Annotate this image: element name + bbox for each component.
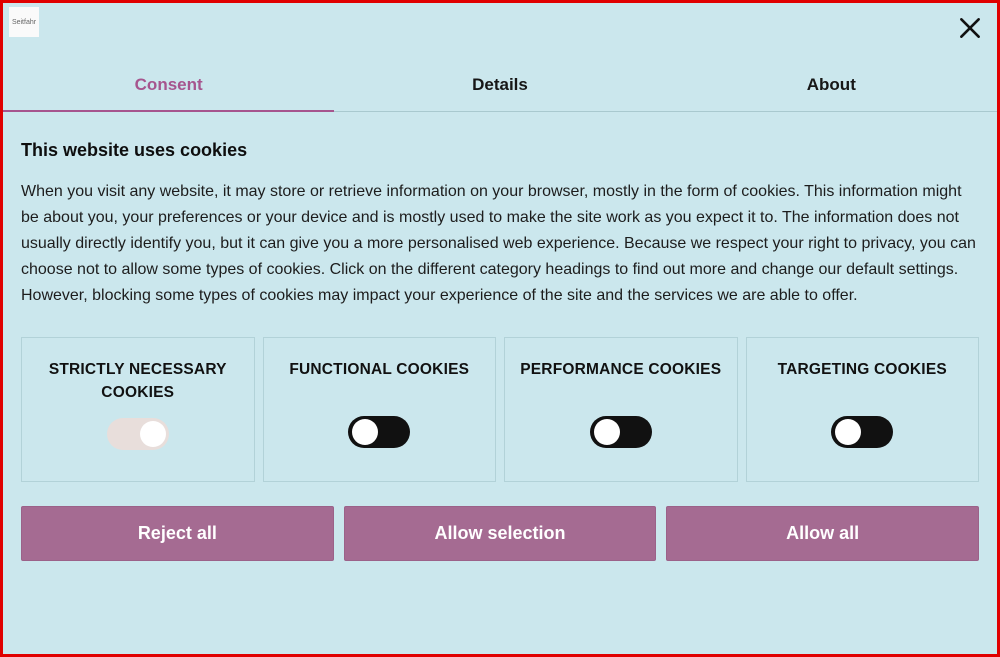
category-title: STRICTLY NECESSARY COOKIES [30,358,246,405]
tab-details[interactable]: Details [334,57,665,111]
panel-description: When you visit any website, it may store… [21,179,979,309]
category-strictly-necessary: STRICTLY NECESSARY COOKIES [21,337,255,483]
category-functional: FUNCTIONAL COOKIES [263,337,497,483]
dialog-header: Seitfahr [3,3,997,57]
allow-all-button[interactable]: Allow all [666,506,979,561]
action-bar: Reject all Allow selection Allow all [3,492,997,579]
tab-bar: Consent Details About [3,57,997,112]
category-title: PERFORMANCE COOKIES [513,358,729,402]
brand-logo: Seitfahr [9,7,39,37]
consent-panel: This website uses cookies When you visit… [3,112,997,319]
category-title: TARGETING COOKIES [755,358,971,402]
tab-about[interactable]: About [666,57,997,111]
toggle-knob [594,419,620,445]
toggle-knob [352,419,378,445]
toggle-knob [140,421,166,447]
toggle-functional[interactable] [348,416,410,448]
close-icon[interactable] [957,15,983,41]
cookie-consent-dialog: Seitfahr Consent Details About This webs… [0,0,1000,657]
category-performance: PERFORMANCE COOKIES [504,337,738,483]
category-targeting: TARGETING COOKIES [746,337,980,483]
toggle-targeting[interactable] [831,416,893,448]
panel-heading: This website uses cookies [21,140,979,161]
reject-all-button[interactable]: Reject all [21,506,334,561]
category-title: FUNCTIONAL COOKIES [272,358,488,402]
cookie-categories: STRICTLY NECESSARY COOKIES FUNCTIONAL CO… [3,319,997,493]
toggle-performance[interactable] [590,416,652,448]
allow-selection-button[interactable]: Allow selection [344,506,657,561]
toggle-knob [835,419,861,445]
tab-consent[interactable]: Consent [3,57,334,111]
toggle-strictly-necessary [107,418,169,450]
